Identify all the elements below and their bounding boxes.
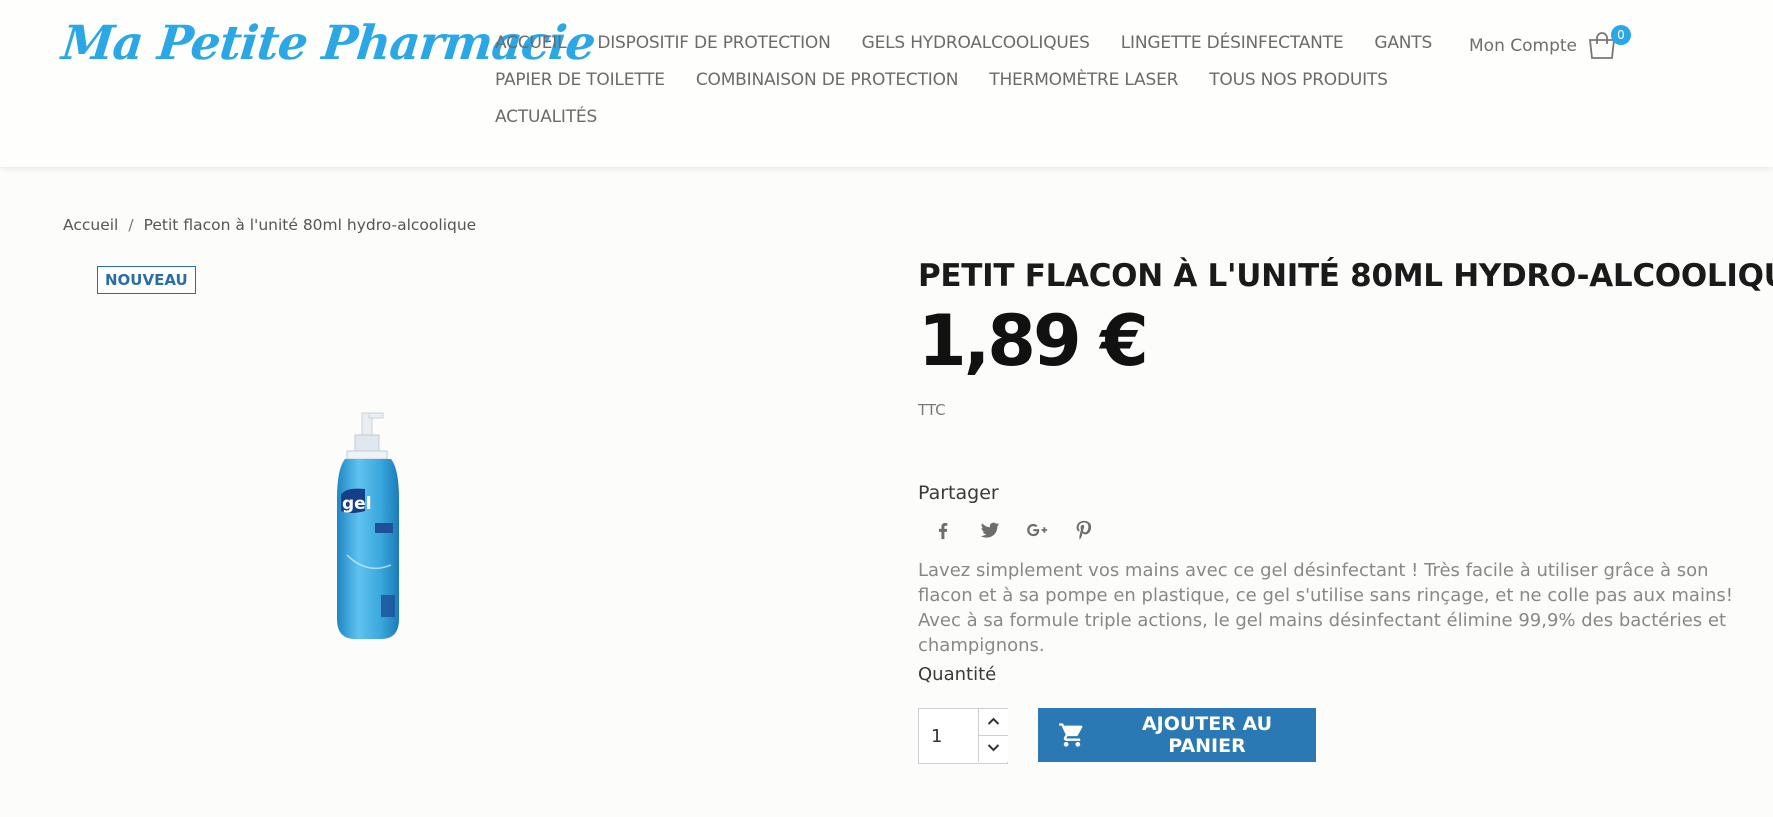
nav-item-dispositif-de-protection[interactable]: DISPOSITIF DE PROTECTION [597,33,830,53]
facebook-icon[interactable] [928,519,958,545]
nav-item-accueil[interactable]: ACCUEIL [495,33,567,53]
pinterest-icon[interactable] [1069,519,1099,545]
product-description: Lavez simplement vos mains avec ce gel d… [918,560,1733,656]
nav-item-tous-nos-produits[interactable]: TOUS NOS PRODUITS [1209,70,1388,90]
account-link[interactable]: Mon Compte [1469,36,1577,56]
nav-row-3: ACTUALITÉS [495,107,628,127]
new-badge: NOUVEAU [97,266,196,294]
quantity-stepper [918,708,1008,764]
breadcrumb-current: Petit flacon à l'unité 80ml hydro-alcool… [143,216,477,234]
shopping-cart-icon [1058,721,1086,749]
nav-item-gants[interactable]: GANTS [1374,33,1432,53]
tax-label: TTC [918,401,946,419]
nav-item-gels-hydroalcooliques[interactable]: GELS HYDROALCOOLIQUES [862,33,1090,53]
nav-row-2: PAPIER DE TOILETTE COMBINAISON DE PROTECT… [495,70,1419,90]
share-label: Partager [918,482,999,504]
nav-row-1: ACCUEIL DISPOSITIF DE PROTECTION GELS HYDR… [495,33,1463,53]
quantity-increase-button[interactable] [978,709,1008,736]
google-plus-icon[interactable] [1022,519,1052,545]
quantity-decrease-button[interactable] [978,736,1008,762]
product-image[interactable]: gel [325,405,415,650]
nav-item-combinaison-de-protection[interactable]: COMBINAISON DE PROTECTION [696,70,959,90]
breadcrumb-separator: / [128,216,134,234]
bottle-label: gel [342,494,372,514]
twitter-icon[interactable] [975,519,1005,545]
nav-item-lingette-desinfectante[interactable]: LINGETTE DÉSINFECTANTE [1121,33,1344,53]
add-to-cart-button[interactable]: AJOUTER AU PANIER [1038,708,1316,762]
chevron-down-icon [987,744,1000,752]
breadcrumb: Accueil / Petit flacon à l'unité 80ml hydr… [63,216,476,234]
quantity-input[interactable] [919,709,977,763]
nav-item-actualites[interactable]: ACTUALITÉS [495,107,597,127]
nav-item-thermometre-laser[interactable]: THERMOMÈTRE LASER [989,70,1178,90]
quantity-label: Quantité [918,664,997,685]
breadcrumb-home[interactable]: Accueil [63,216,118,234]
product-price: 1,89 € [918,300,1149,382]
add-to-cart-label: AJOUTER AU PANIER [1141,713,1273,757]
nav-item-papier-de-toilette[interactable]: PAPIER DE TOILETTE [495,70,665,90]
site-header: Ma Petite Pharmacie ACCUEIL DISPOSITIF DE… [0,0,1773,167]
share-icons [928,519,1116,545]
product-title: PETIT FLACON À L'UNITÉ 80ML HYDRO-ALCOOL… [918,258,1773,294]
chevron-up-icon [987,717,1000,725]
cart-count-badge: 0 [1611,25,1631,45]
